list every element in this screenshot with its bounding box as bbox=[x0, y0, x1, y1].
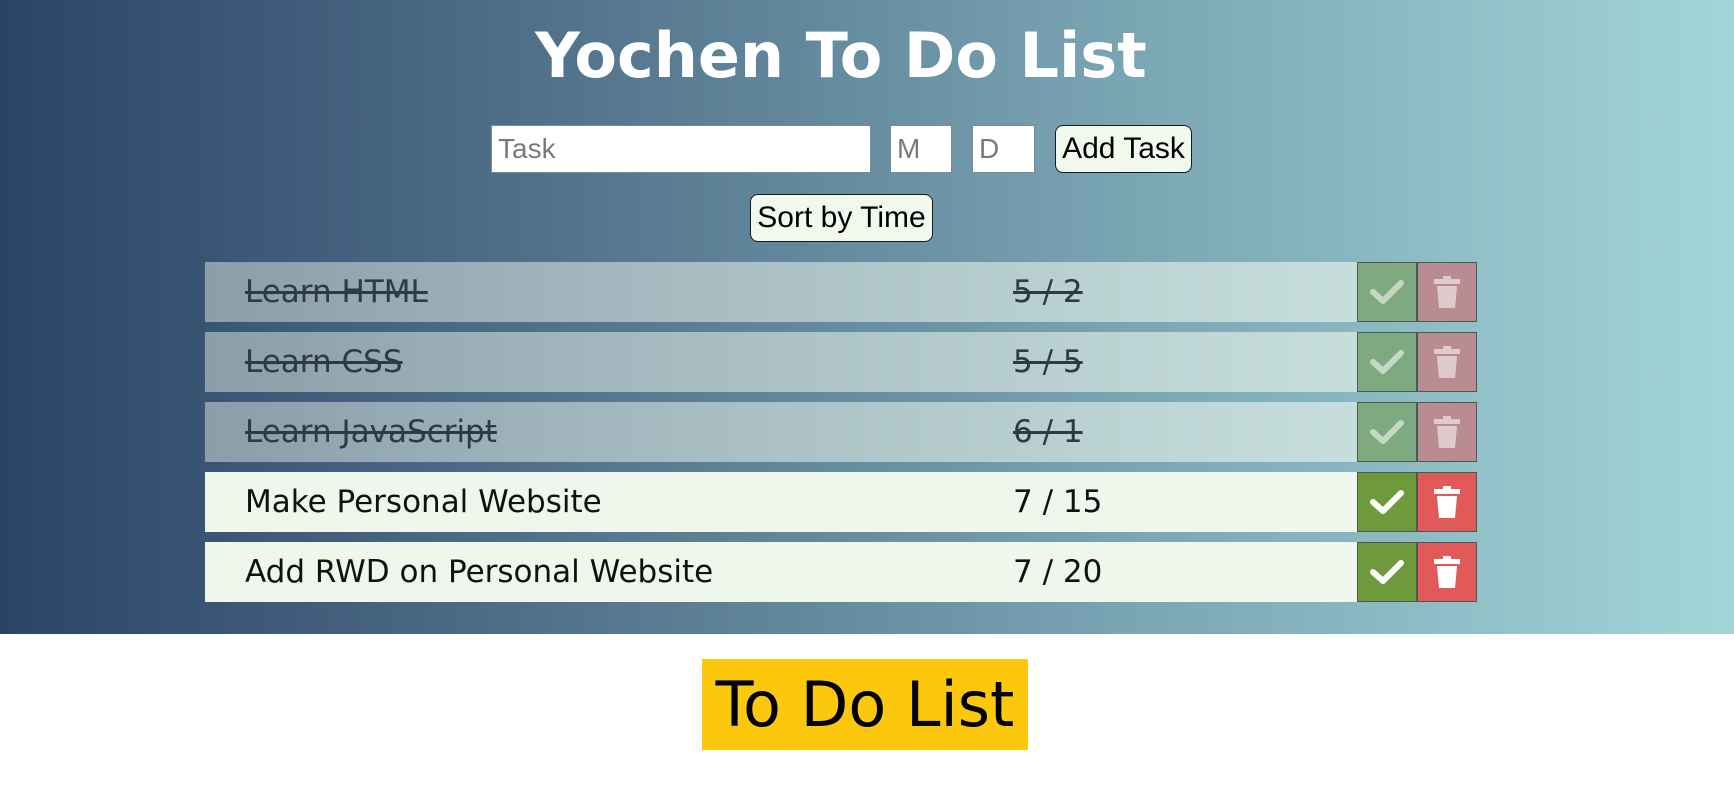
todo-item: Learn CSS 5 / 5 bbox=[205, 332, 1477, 392]
todo-item-body: Make Personal Website 7 / 15 bbox=[205, 472, 1357, 532]
trash-icon bbox=[1434, 416, 1460, 448]
todo-item-body: Add RWD on Personal Website 7 / 20 bbox=[205, 542, 1357, 602]
todo-list: Learn HTML 5 / 2 Learn CSS 5 / 5 Learn J… bbox=[205, 262, 1477, 612]
todo-task-name: Make Personal Website bbox=[245, 484, 602, 520]
check-icon bbox=[1370, 420, 1404, 444]
todo-task-name: Learn CSS bbox=[245, 344, 403, 380]
todo-item-body: Learn HTML 5 / 2 bbox=[205, 262, 1357, 322]
todo-task-date: 5 / 5 bbox=[1013, 344, 1083, 380]
complete-button[interactable] bbox=[1357, 472, 1417, 532]
todo-task-name: Add RWD on Personal Website bbox=[245, 554, 714, 590]
check-icon bbox=[1370, 560, 1404, 584]
task-input[interactable] bbox=[491, 125, 871, 173]
todo-item-body: Learn CSS 5 / 5 bbox=[205, 332, 1357, 392]
sort-by-time-button[interactable]: Sort by Time bbox=[750, 194, 933, 242]
trash-icon bbox=[1434, 276, 1460, 308]
todo-task-date: 5 / 2 bbox=[1013, 274, 1083, 310]
trash-icon bbox=[1434, 556, 1460, 588]
todo-item: Make Personal Website 7 / 15 bbox=[205, 472, 1477, 532]
month-input[interactable] bbox=[890, 125, 952, 173]
footer-banner: To Do List bbox=[702, 659, 1028, 750]
delete-button[interactable] bbox=[1417, 402, 1477, 462]
delete-button[interactable] bbox=[1417, 472, 1477, 532]
todo-item: Learn HTML 5 / 2 bbox=[205, 262, 1477, 322]
todo-item: Add RWD on Personal Website 7 / 20 bbox=[205, 542, 1477, 602]
todo-item: Learn JavaScript 6 / 1 bbox=[205, 402, 1477, 462]
delete-button[interactable] bbox=[1417, 332, 1477, 392]
todo-task-date: 7 / 20 bbox=[1013, 554, 1103, 590]
check-icon bbox=[1370, 350, 1404, 374]
complete-button[interactable] bbox=[1357, 332, 1417, 392]
todo-task-name: Learn JavaScript bbox=[245, 414, 497, 450]
complete-button[interactable] bbox=[1357, 542, 1417, 602]
trash-icon bbox=[1434, 346, 1460, 378]
day-input[interactable] bbox=[972, 125, 1035, 173]
complete-button[interactable] bbox=[1357, 262, 1417, 322]
todo-item-body: Learn JavaScript 6 / 1 bbox=[205, 402, 1357, 462]
todo-task-date: 7 / 15 bbox=[1013, 484, 1103, 520]
todo-task-name: Learn HTML bbox=[245, 274, 428, 310]
delete-button[interactable] bbox=[1417, 262, 1477, 322]
page-title: Yochen To Do List bbox=[535, 19, 1147, 92]
check-icon bbox=[1370, 490, 1404, 514]
header-section: Yochen To Do List Add Task Sort by Time … bbox=[0, 0, 1734, 634]
add-task-button[interactable]: Add Task bbox=[1055, 125, 1192, 173]
complete-button[interactable] bbox=[1357, 402, 1417, 462]
trash-icon bbox=[1434, 486, 1460, 518]
check-icon bbox=[1370, 280, 1404, 304]
delete-button[interactable] bbox=[1417, 542, 1477, 602]
todo-task-date: 6 / 1 bbox=[1013, 414, 1083, 450]
